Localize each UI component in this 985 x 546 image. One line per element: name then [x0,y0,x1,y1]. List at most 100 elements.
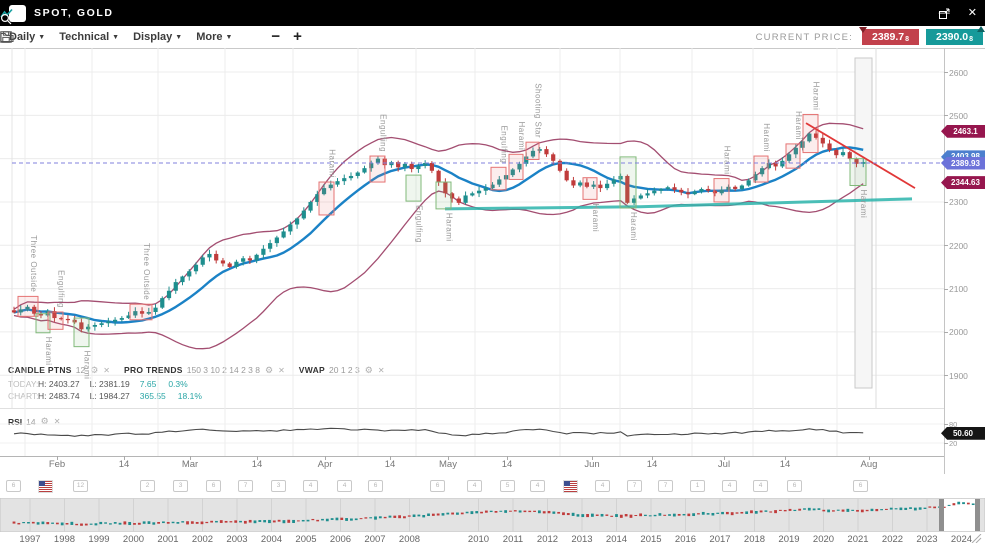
rsi-value-badge: 50.60 [941,427,985,440]
price-tick-mark [944,245,948,246]
trading-app-window: SPOT, GOLD — ✕ Daily▼Technical▼Display▼M… [0,0,985,546]
price-tick-label: 2500 [949,111,968,121]
x-axis-label: 14 [502,459,513,470]
us-flag-icon[interactable] [38,480,53,493]
year-label: 2000 [123,534,144,545]
year-label: 2008 [399,534,420,545]
year-label: 2018 [744,534,765,545]
price-axis-line [944,48,945,474]
price-badge: 2389.93 [941,157,985,170]
calendar-event-icon[interactable]: 2 [140,480,155,492]
year-label: 2002 [192,534,213,545]
navigator-canvas[interactable] [0,498,985,532]
pattern-label: Harami [44,337,53,366]
year-label: 2022 [882,534,903,545]
year-label: 2013 [571,534,592,545]
price-tick-mark [944,289,948,290]
year-label: 1998 [54,534,75,545]
rsi-pane-canvas[interactable] [0,408,944,456]
calendar-event-icon[interactable]: 5 [500,480,515,492]
calendar-event-icon[interactable]: 3 [173,480,188,492]
pattern-label: Harami [629,212,638,241]
calendar-event-icon[interactable]: 12 [73,480,88,492]
pattern-label: Harami [723,146,732,175]
navigator-handle-left[interactable] [939,499,944,531]
calendar-event-icon[interactable]: 4 [303,480,318,492]
year-label: 2015 [640,534,661,545]
year-label: 2006 [330,534,351,545]
price-badge: 2344.63 [941,176,985,189]
x-axis-label: 14 [647,459,658,470]
calendar-event-icon[interactable]: 1 [690,480,705,492]
year-label: 2019 [778,534,799,545]
calendar-event-icon[interactable]: 7 [658,480,673,492]
year-label: 2016 [675,534,696,545]
calendar-event-icon[interactable]: 6 [6,480,21,492]
candle-pattern-annotations: Three Outside Harami Engulfing Harami Three … [18,82,868,380]
year-label: 2012 [537,534,558,545]
calendar-event-icon[interactable]: 7 [238,480,253,492]
calendar-event-icon[interactable]: 6 [368,480,383,492]
price-tick-label: 2200 [949,241,968,251]
calendar-event-icon[interactable]: 4 [722,480,737,492]
time-axis-line [0,456,944,457]
x-axis-label: 14 [385,459,396,470]
pattern-box-bear [130,304,152,320]
price-tick-label: 1900 [949,371,968,381]
chart-area: CANDLE PTNS12⚙✕PRO TRENDS150 3 10 2 14 2… [0,0,985,546]
year-label: 2003 [226,534,247,545]
x-axis-label: Feb [49,459,65,470]
pattern-label: Engulfing [415,205,424,243]
main-chart-canvas[interactable]: Three Outside Harami Engulfing Harami Three … [0,48,944,408]
pattern-box-bear [786,144,800,168]
calendar-event-icon[interactable]: 4 [753,480,768,492]
year-label: 2011 [503,534,523,545]
price-tick-mark [944,332,948,333]
calendar-event-icon[interactable]: 6 [206,480,221,492]
year-label: 2014 [606,534,627,545]
x-axis-label: Aug [861,459,878,470]
year-label: 2023 [916,534,937,545]
pattern-label: Harami [762,123,771,152]
calendar-event-icon[interactable]: 7 [627,480,642,492]
pattern-label: Shooting Star [534,83,543,138]
x-axis-label: 14 [780,459,791,470]
pattern-label: Engulfing [57,270,66,308]
year-label: 2004 [261,534,282,545]
calendar-event-icon[interactable]: 4 [337,480,352,492]
pattern-box-bear [509,154,523,179]
price-tick-label: 2000 [949,327,968,337]
pattern-label: Harami [83,351,92,380]
rsi-line [14,428,863,436]
price-tick-label: 2600 [949,68,968,78]
selection-highlight-box [855,58,872,388]
pattern-label: Harami [517,122,526,151]
pattern-label: Engulfing [379,114,388,152]
navigator-handle-right[interactable] [975,499,980,531]
us-flag-icon[interactable] [563,480,578,493]
candles-layer [12,130,865,332]
price-tick-mark [944,72,948,73]
calendar-event-icon[interactable]: 6 [787,480,802,492]
calendar-event-icon[interactable]: 4 [595,480,610,492]
pattern-label: Three Outside [142,243,151,300]
calendar-event-icon[interactable]: 4 [530,480,545,492]
vwap-line [445,199,912,209]
pattern-label: Three Outside [29,235,38,292]
calendar-event-icon[interactable]: 6 [430,480,445,492]
calendar-event-icon[interactable]: 6 [853,480,868,492]
calendar-event-icon[interactable]: 3 [271,480,286,492]
pattern-box-bear [803,114,818,152]
year-label: 2021 [847,534,868,545]
x-axis-label: Mar [182,459,198,470]
rsi-tick-label: 20 [949,439,957,448]
pattern-box-bull [406,175,421,201]
price-badge: 2463.1 [941,125,985,138]
calendar-event-icon[interactable]: 4 [467,480,482,492]
year-label: 1997 [19,534,40,545]
price-tick-mark [944,375,948,376]
year-label: 1999 [88,534,109,545]
year-label: 2010 [468,534,489,545]
rsi-tick-mark [944,424,948,425]
price-tick-label: 2300 [949,197,968,207]
